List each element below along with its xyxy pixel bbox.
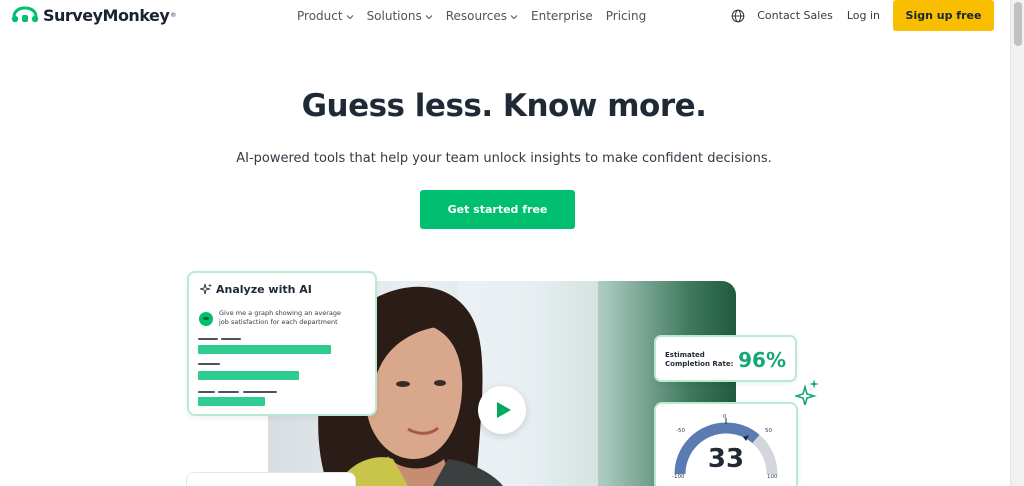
gauge-tick-label: 0	[723, 414, 727, 420]
chart-bar	[198, 345, 331, 354]
completion-rate-value: 96%	[738, 348, 786, 372]
sparkle-icon	[795, 379, 819, 405]
score-gauge-card: -50 0 50 -100 100 33	[654, 402, 798, 486]
chart-label-line	[198, 338, 218, 340]
chart-bar	[198, 371, 299, 380]
hero-subheadline: AI-powered tools that help your team unl…	[236, 151, 772, 166]
chart-bar	[198, 397, 265, 406]
surveymonkey-logo[interactable]: SurveyMonkey ®	[10, 4, 176, 26]
menu-item-enterprise[interactable]: Enterprise	[531, 9, 593, 23]
play-icon	[496, 402, 511, 418]
analyze-with-ai-card: Analyze with AI Give me a graph showing …	[187, 271, 377, 416]
account-nav: Contact Sales Log in Sign up free	[731, 0, 994, 31]
ai-prompt-text: Give me a graph showing an average job s…	[219, 309, 341, 326]
chart-label-line	[198, 363, 220, 365]
contact-sales-link[interactable]: Contact Sales	[757, 9, 833, 22]
ai-card-title-text: Analyze with AI	[216, 283, 312, 296]
ai-prompt-message: Give me a graph showing an average job s…	[199, 309, 349, 327]
menu-label: Resources	[445, 9, 507, 23]
gauge-score-value: 33	[707, 444, 745, 474]
play-video-button[interactable]	[478, 386, 526, 434]
login-link[interactable]: Log in	[847, 9, 880, 22]
gauge-tick-label: -50	[676, 428, 685, 434]
user-avatar-icon	[199, 312, 213, 326]
globe-icon[interactable]	[731, 9, 745, 23]
chart-label-line	[243, 391, 277, 393]
menu-label: Pricing	[605, 9, 647, 23]
menu-item-pricing[interactable]: Pricing	[606, 9, 646, 23]
partial-card	[186, 472, 356, 486]
gauge-tick-label: 50	[765, 428, 772, 434]
menu-item-solutions[interactable]: Solutions	[367, 9, 433, 23]
gauge-tick-label: 100	[767, 474, 778, 480]
main-menu: Product Solutions Resources Enterprise P…	[297, 8, 659, 24]
completion-rate-card: Estimated Completion Rate: 96%	[654, 335, 797, 382]
menu-label: Solutions	[366, 9, 422, 23]
get-started-button[interactable]: Get started free	[420, 190, 575, 229]
scrollbar-thumb[interactable]	[1014, 2, 1022, 46]
chart-label-line	[221, 338, 241, 340]
sparkle-icon	[199, 283, 212, 295]
chevron-down-icon	[510, 14, 518, 19]
gauge-tick-label: -100	[672, 474, 685, 480]
menu-label: Enterprise	[531, 9, 593, 23]
logo-mark-icon	[11, 6, 39, 23]
page-scrollbar[interactable]	[1010, 0, 1024, 486]
menu-item-product[interactable]: Product	[297, 9, 354, 23]
top-navigation: SurveyMonkey ® Product Solutions Resourc…	[0, 0, 1024, 32]
menu-label: Product	[297, 9, 343, 23]
ai-card-title: Analyze with AI	[199, 283, 312, 296]
chevron-down-icon	[346, 14, 353, 19]
menu-item-resources[interactable]: Resources	[446, 9, 518, 23]
signup-button[interactable]: Sign up free	[893, 0, 994, 31]
chevron-down-icon	[425, 14, 433, 19]
chart-label-line	[198, 391, 215, 393]
chart-label-line	[218, 391, 239, 393]
completion-rate-label: Estimated Completion Rate:	[665, 351, 734, 368]
brand-name: SurveyMonkey	[43, 5, 170, 25]
hero-headline: Guess less. Know more.	[301, 88, 707, 124]
trademark-mark: ®	[170, 11, 177, 19]
